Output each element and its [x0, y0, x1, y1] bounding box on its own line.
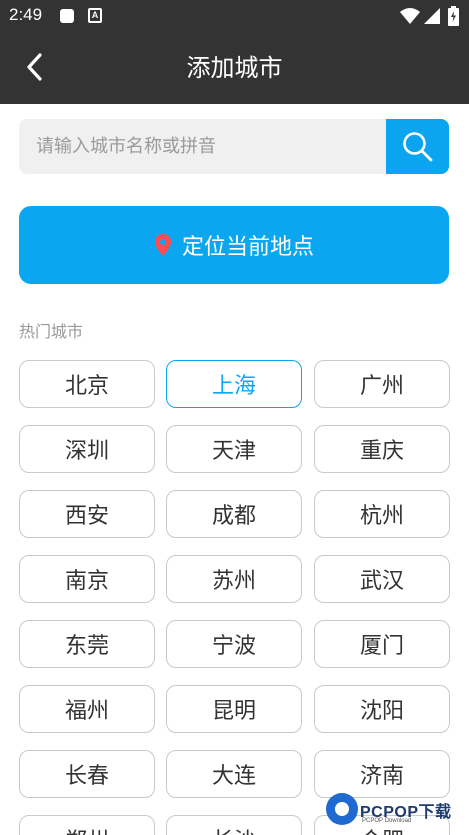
city-button[interactable]: 长春 — [19, 750, 155, 798]
city-button[interactable]: 上海 — [166, 360, 302, 408]
page-title: 添加城市 — [186, 54, 283, 82]
watermark-logo: PCPOP下载 PCPOP Download — [322, 789, 469, 835]
search-bar — [19, 119, 449, 174]
search-input[interactable] — [19, 119, 387, 174]
search-icon — [403, 132, 433, 162]
watermark-sub: PCPOP Download — [362, 818, 412, 824]
pcpop-logo-icon — [326, 793, 358, 825]
locate-label: 定位当前地点 — [181, 235, 314, 260]
locate-current-location-button[interactable]: 定位当前地点 — [19, 206, 449, 284]
city-button[interactable]: 大连 — [166, 750, 302, 798]
hot-cities-heading: 热门城市 — [19, 322, 84, 341]
location-pin-icon — [154, 234, 171, 256]
city-button[interactable]: 苏州 — [166, 555, 302, 603]
city-button[interactable]: 武汉 — [314, 555, 450, 603]
search-button[interactable] — [386, 119, 449, 174]
city-button[interactable]: 长沙 — [166, 815, 302, 835]
status-time: 2:49 — [9, 5, 43, 24]
signal-icon — [424, 8, 440, 24]
header-bar: 添加城市 — [0, 32, 469, 104]
city-button[interactable]: 西安 — [19, 490, 155, 538]
city-button[interactable]: 广州 — [314, 360, 450, 408]
city-button[interactable]: 厦门 — [314, 620, 450, 668]
city-button[interactable]: 成都 — [166, 490, 302, 538]
city-button[interactable]: 宁波 — [166, 620, 302, 668]
app-notification-icon: A — [88, 8, 102, 23]
city-button[interactable]: 深圳 — [19, 425, 155, 473]
city-button[interactable]: 重庆 — [314, 425, 450, 473]
wifi-icon — [400, 8, 420, 24]
city-button[interactable]: 南京 — [19, 555, 155, 603]
city-button[interactable]: 东莞 — [19, 620, 155, 668]
status-bar: 2:49 A — [0, 0, 469, 32]
city-button[interactable]: 郑州 — [19, 815, 155, 835]
city-button[interactable]: 福州 — [19, 685, 155, 733]
battery-charging-icon — [448, 6, 459, 26]
city-button[interactable]: 北京 — [19, 360, 155, 408]
city-button[interactable]: 杭州 — [314, 490, 450, 538]
city-button[interactable]: 沈阳 — [314, 685, 450, 733]
city-button[interactable]: 天津 — [166, 425, 302, 473]
city-button[interactable]: 昆明 — [166, 685, 302, 733]
notification-icon — [60, 9, 74, 23]
